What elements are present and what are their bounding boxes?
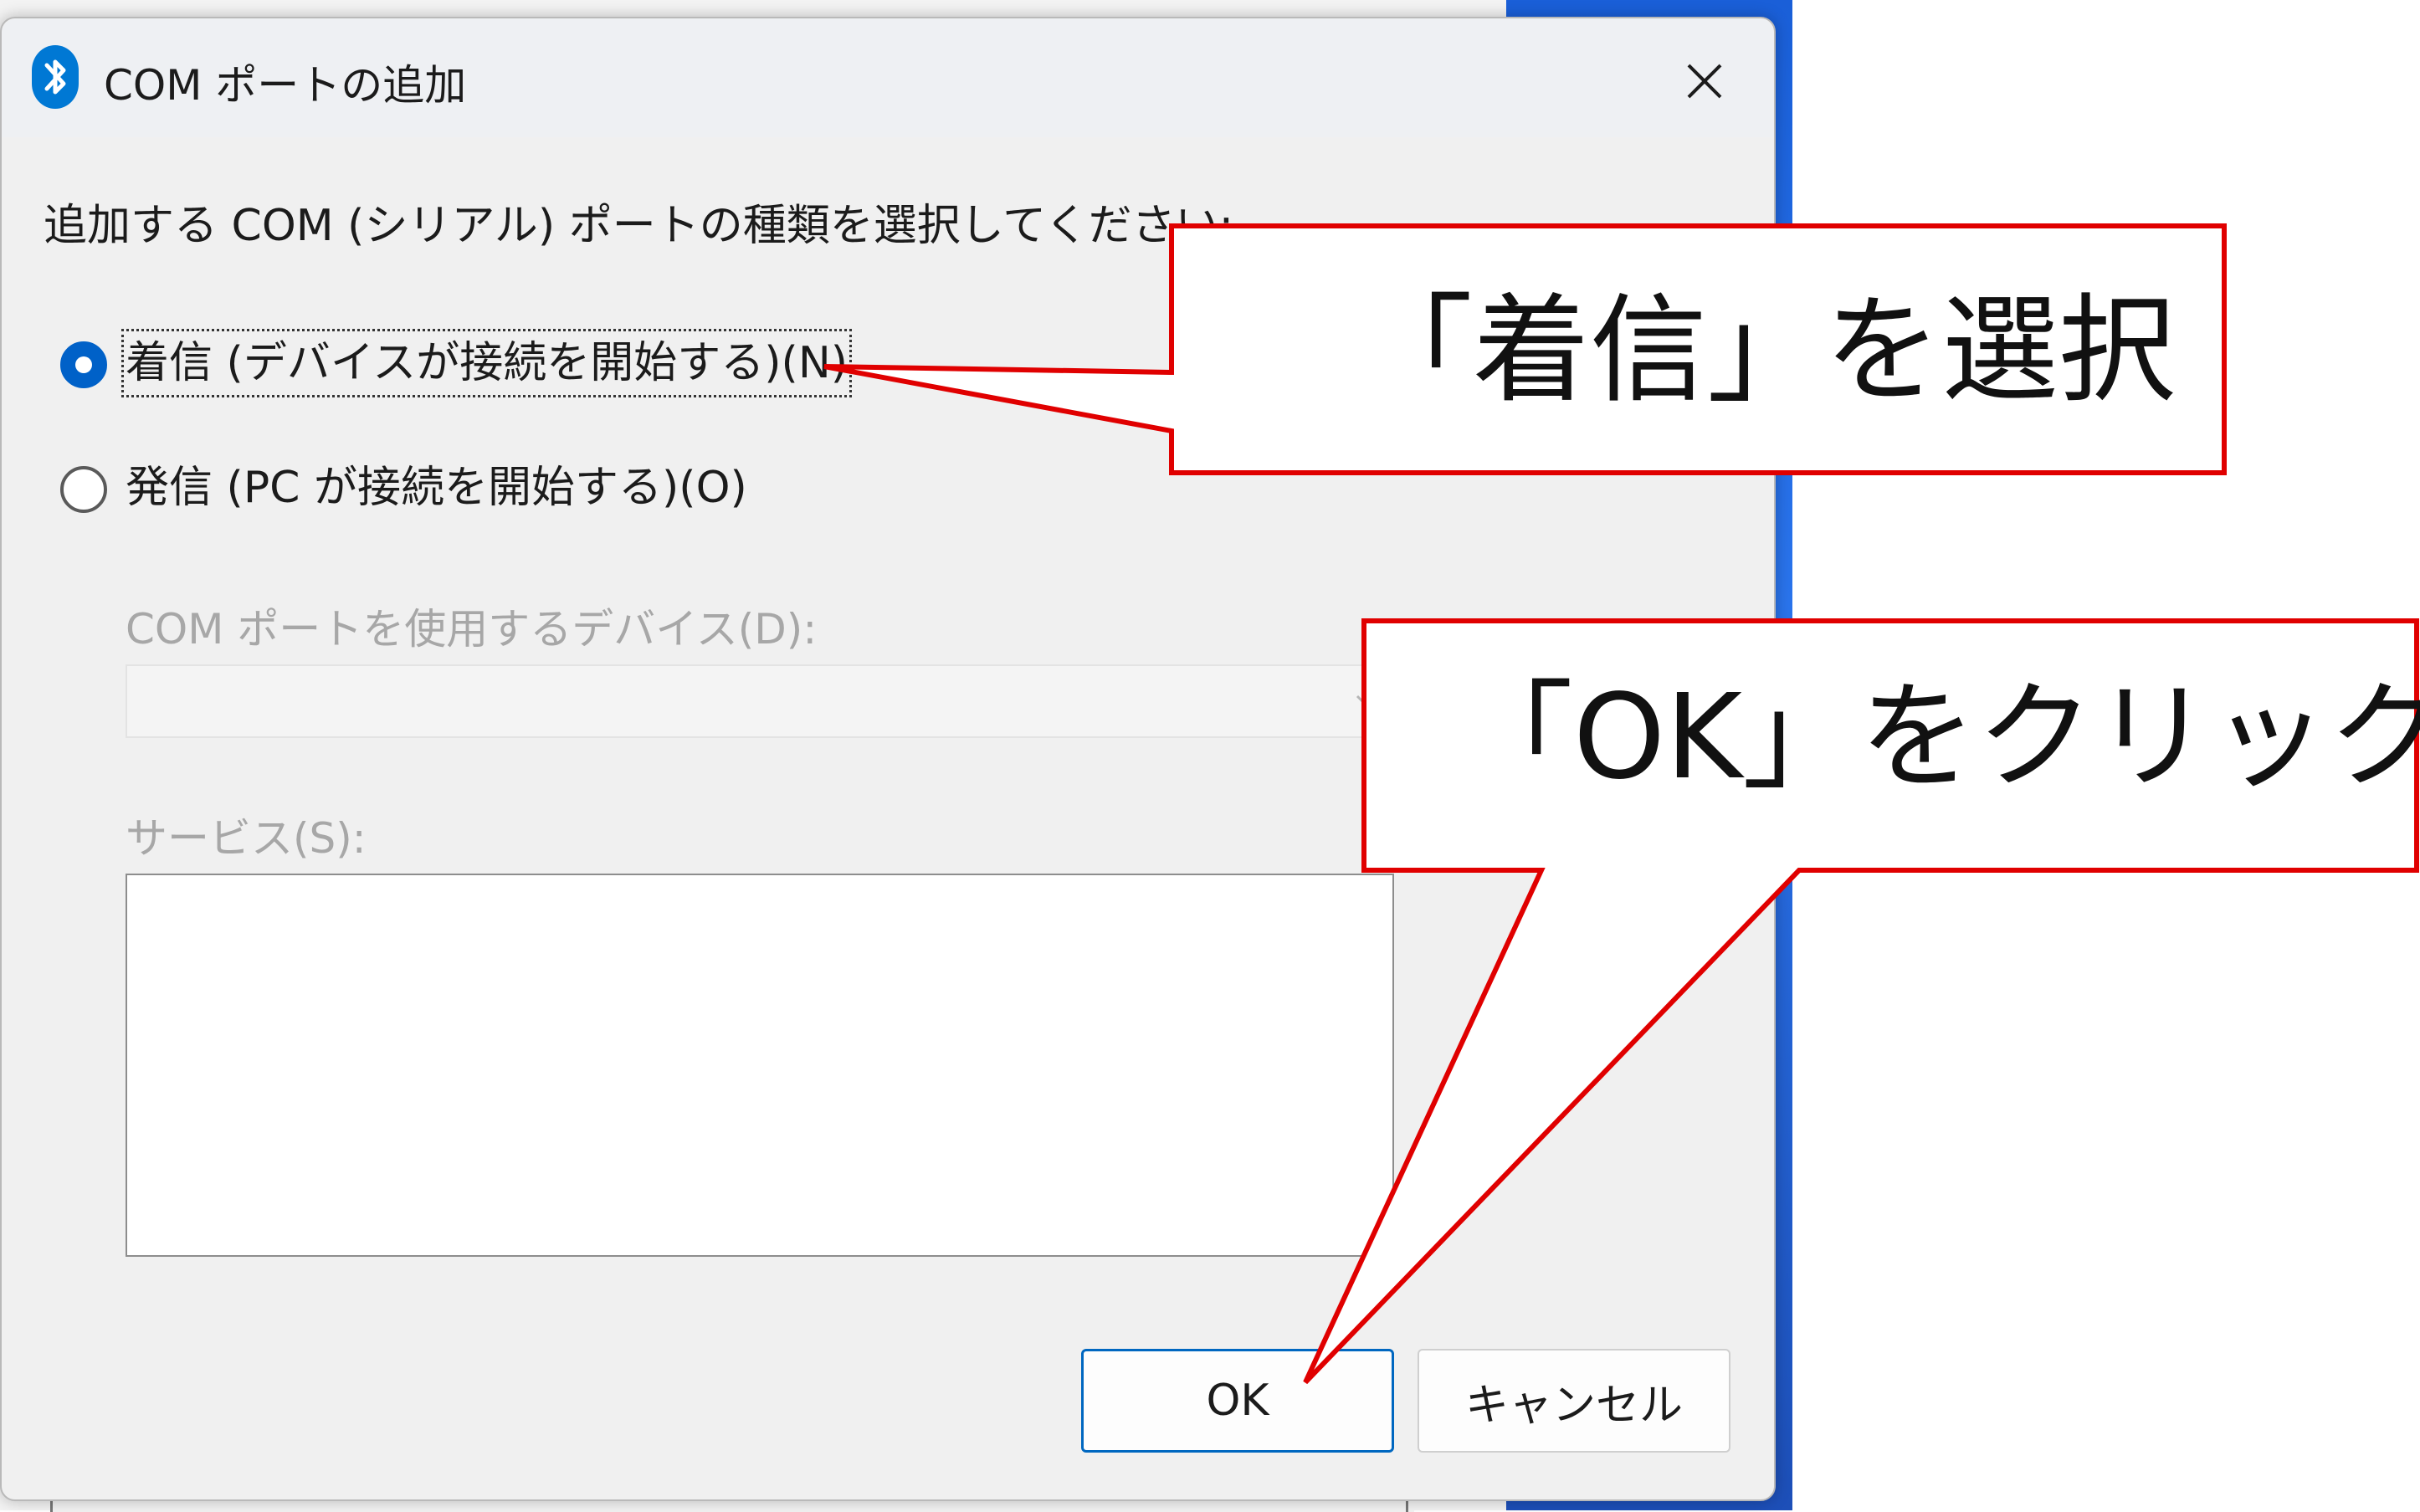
callout-text-select-incoming: 「着信」を選択 [1356, 283, 2176, 419]
service-list[interactable] [126, 874, 1394, 1257]
close-icon[interactable] [1667, 44, 1742, 119]
device-label: COM ポートを使用するデバイス(D): [126, 605, 818, 653]
radio-label-outgoing[interactable]: 発信 (PC が接続を開始する)(O) [126, 458, 747, 518]
callout-text-click-ok: 「OK」をクリック [1456, 669, 2420, 806]
title-bar: COM ポートの追加 [2, 18, 1774, 137]
dialog-title: COM ポートの追加 [104, 61, 467, 110]
radio-button-incoming[interactable] [60, 341, 107, 388]
device-dropdown[interactable] [126, 664, 1397, 738]
bluetooth-icon [32, 45, 79, 109]
radio-label-incoming[interactable]: 着信 (デバイスが接続を開始する)(N) [120, 329, 853, 397]
chevron-down-icon [1356, 694, 1382, 710]
ok-button[interactable]: OK [1081, 1349, 1394, 1453]
instruction-text: 追加する COM (シリアル) ポートの種類を選択してください: [44, 201, 1234, 251]
cancel-button[interactable]: キャンセル [1418, 1349, 1730, 1453]
service-label: サービス(S): [126, 814, 367, 863]
radio-button-outgoing[interactable] [60, 466, 107, 513]
